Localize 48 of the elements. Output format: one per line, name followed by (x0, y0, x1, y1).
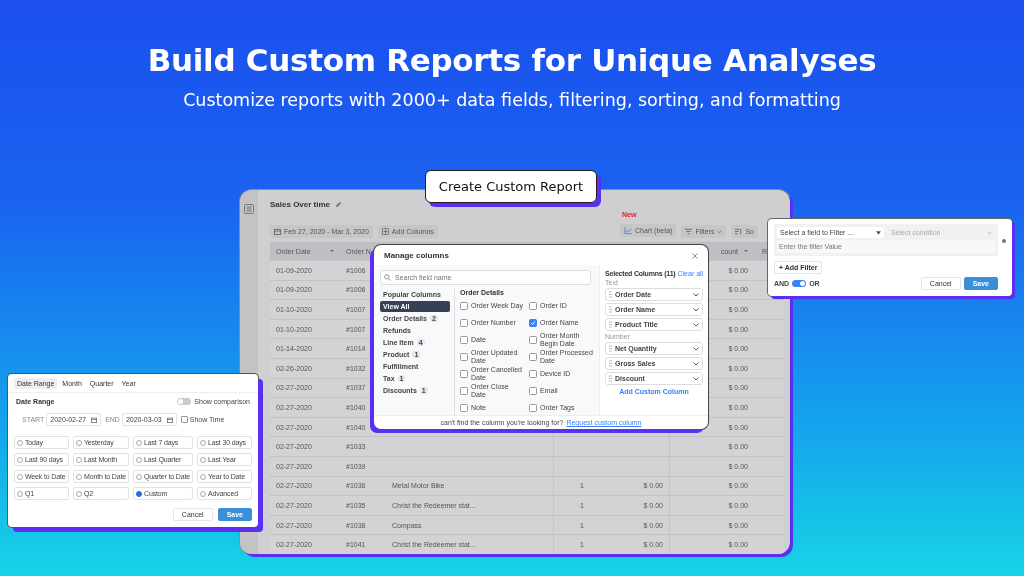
chevron-down-icon[interactable] (693, 361, 699, 366)
caret-icon (717, 229, 723, 234)
checkbox[interactable] (460, 369, 468, 378)
checkbox[interactable] (529, 301, 537, 310)
checkbox[interactable] (529, 335, 537, 344)
chevron-down-icon[interactable] (693, 322, 699, 327)
sort-caret-icon[interactable] (330, 250, 334, 252)
toggle-switch[interactable] (177, 398, 192, 405)
drag-handle-icon[interactable] (609, 375, 612, 382)
chevron-down-icon[interactable] (693, 292, 699, 297)
calendar-icon[interactable] (91, 416, 98, 423)
checkbox[interactable] (460, 318, 468, 327)
checkbox[interactable] (529, 369, 537, 378)
menu-icon[interactable] (244, 204, 254, 214)
drag-handle-icon[interactable] (609, 360, 612, 367)
checkbox[interactable] (460, 352, 468, 361)
chevron-down-icon[interactable] (693, 376, 699, 381)
subheadline: Customize reports with 2000+ data fields, filtering, sorting, and formatting (183, 90, 841, 110)
drag-handle-icon[interactable] (609, 321, 612, 328)
toggle-switch[interactable] (792, 280, 807, 287)
checkbox[interactable] (460, 403, 468, 412)
drag-handle-icon[interactable] (609, 306, 612, 313)
pencil-icon[interactable] (335, 201, 343, 208)
drag-handle-icon[interactable] (609, 345, 612, 352)
checkbox[interactable] (180, 416, 188, 423)
chevron-down-icon[interactable] (693, 346, 699, 351)
chevron-down-icon[interactable] (693, 307, 699, 312)
filter-icon (685, 228, 693, 235)
calendar-icon (274, 228, 281, 235)
checkbox[interactable] (460, 335, 468, 344)
calendar-icon[interactable] (166, 416, 173, 423)
checkbox[interactable] (529, 352, 537, 361)
checkbox[interactable] (529, 386, 537, 395)
headline: Build Custom Reports for Unique Analyses (147, 42, 877, 78)
close-icon[interactable] (692, 252, 698, 259)
drag-handle-icon[interactable] (609, 291, 612, 298)
dialog-title: Manage columns (384, 251, 449, 260)
checkbox[interactable] (529, 403, 537, 412)
remove-icon[interactable] (1002, 239, 1006, 243)
sort-icon (735, 228, 743, 235)
report-title: Sales Over time (270, 200, 331, 209)
checkbox[interactable] (460, 301, 468, 310)
plus-square-icon (381, 228, 389, 235)
checkbox[interactable] (460, 386, 468, 395)
line-chart-icon (624, 227, 632, 234)
sort-caret-icon[interactable] (744, 250, 748, 252)
dropdown-triangle-icon[interactable] (876, 230, 881, 235)
checkbox[interactable] (529, 318, 537, 327)
